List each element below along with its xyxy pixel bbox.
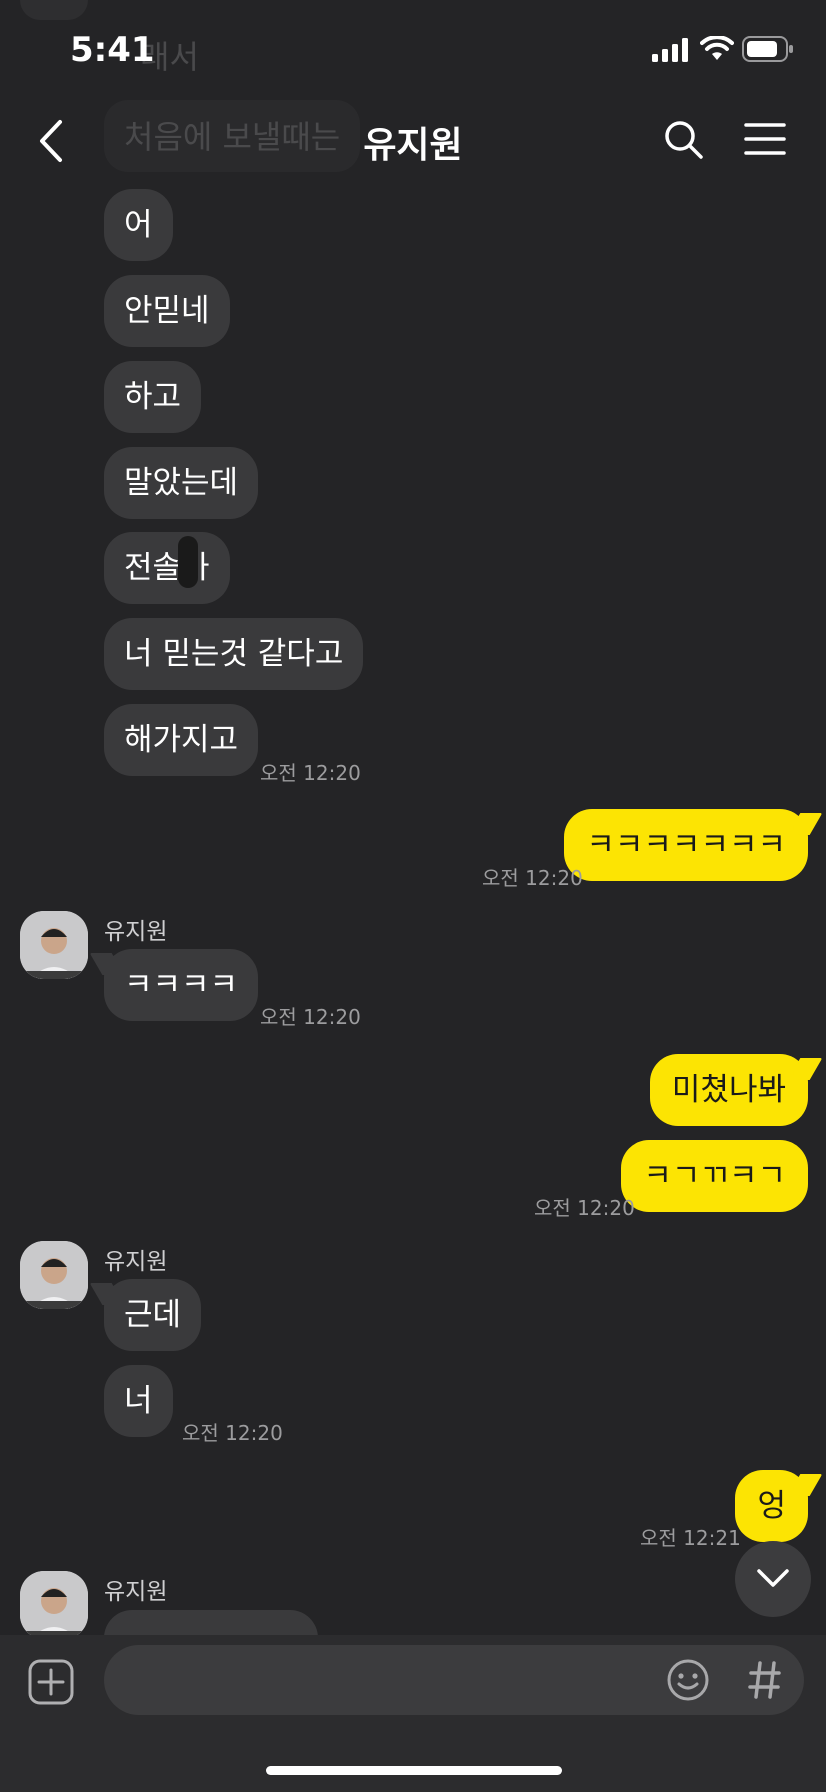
message-time: 오전 12:20 [534,1196,635,1220]
status-time: 5:41 [70,30,155,70]
search-icon[interactable] [664,120,704,160]
incoming-message[interactable]: 말았는데 [104,447,259,519]
add-icon[interactable] [28,1659,74,1705]
incoming-message[interactable]: 너 믿는것 같다고 [104,618,364,690]
incoming-message[interactable]: 해가지고 [104,704,259,776]
sender-name: 유지원 [104,1579,168,1605]
incoming-message[interactable]: 하고 [104,361,202,433]
avatar-photo-icon [20,1571,88,1639]
wifi-icon [700,36,734,60]
incoming-message[interactable]: 전솔가 [104,532,230,604]
incoming-message[interactable]: ㅋㅋㅋㅋ [104,949,259,1021]
chevron-down-icon [757,1569,789,1587]
outgoing-message[interactable]: ㅋㅋㅋㅋㅋㅋㅋ [564,809,808,881]
battery-icon [742,36,793,62]
avatar[interactable] [20,1571,88,1639]
outgoing-message[interactable]: ㅋㄱㄲㅋㄱ [621,1140,808,1212]
scroll-down-button[interactable] [735,1541,811,1617]
incoming-message[interactable]: 너 [104,1365,173,1437]
avatar-photo-icon [20,911,88,979]
avatar[interactable] [20,1241,88,1309]
signal-icon [652,38,688,62]
avatar[interactable] [20,911,88,979]
message-time: 오전 12:20 [260,1005,361,1029]
faded-avatar [20,0,88,20]
menu-icon[interactable] [744,122,786,156]
redaction-mark [178,536,198,588]
incoming-message[interactable]: 근데 [104,1279,202,1351]
emoji-icon[interactable] [666,1658,710,1702]
outgoing-message[interactable]: 미쳤나봐 [649,1054,808,1126]
avatar-photo-icon [20,1241,88,1309]
outgoing-message[interactable]: 엉 [735,1470,808,1542]
message-time: 오전 12:21 [640,1526,741,1550]
sender-name: 유지원 [104,1249,168,1275]
message-time: 오전 12:20 [182,1421,283,1445]
incoming-message[interactable]: 안믿네 [104,275,230,347]
sender-name: 유지원 [104,919,168,945]
hashtag-icon[interactable] [748,1660,782,1700]
home-indicator [266,1766,562,1775]
incoming-message[interactable]: 어 [104,189,173,261]
message-time: 오전 12:20 [260,761,361,785]
message-time: 오전 12:20 [482,866,583,890]
